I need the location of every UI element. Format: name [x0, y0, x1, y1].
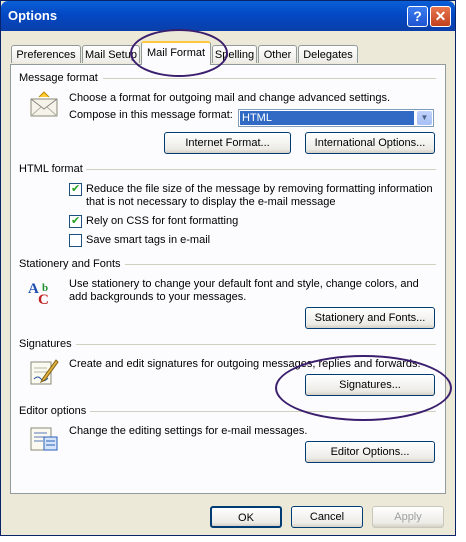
- section-divider: [103, 78, 436, 79]
- stationery-icon: A C b: [28, 281, 49, 307]
- section-divider: [125, 264, 436, 265]
- internet-format-button[interactable]: Internet Format...: [164, 132, 291, 154]
- ok-button[interactable]: OK: [210, 506, 282, 528]
- stationery-description-line1: Use stationery to change your default fo…: [69, 278, 419, 290]
- reduce-file-size-label-line1: Reduce the file size of the message by r…: [86, 183, 433, 195]
- compose-format-select[interactable]: HTML ▼: [238, 109, 434, 127]
- close-button[interactable]: ✕: [430, 6, 451, 27]
- save-smart-tags-label: Save smart tags in e-mail: [86, 234, 211, 246]
- signatures-label: Signatures: [19, 338, 72, 350]
- rely-on-css-label: Rely on CSS for font formatting: [86, 215, 239, 227]
- options-dialog: Options ? ✕ Preferences Mail Setup Mail …: [0, 0, 456, 536]
- editor-options-description: Change the editing settings for e-mail m…: [69, 425, 308, 437]
- envelope-icon: [30, 91, 58, 117]
- window-title: Options: [8, 8, 58, 23]
- reduce-file-size-label-line2: that is not necessary to display the e-m…: [86, 196, 336, 208]
- cancel-button[interactable]: Cancel: [291, 506, 363, 528]
- rely-on-css-checkbox[interactable]: [69, 214, 82, 228]
- background-strip: [0, 536, 466, 542]
- compose-format-label: Compose in this message format:: [69, 109, 233, 121]
- section-divider: [76, 344, 436, 345]
- svg-text:C: C: [38, 292, 49, 307]
- apply-button[interactable]: Apply: [372, 506, 444, 528]
- help-button[interactable]: ?: [407, 6, 428, 27]
- title-bar[interactable]: Options ? ✕: [1, 1, 455, 31]
- tab-mail-format[interactable]: Mail Format: [141, 41, 211, 65]
- tab-other[interactable]: Other: [258, 45, 297, 63]
- annotation-oval: [275, 355, 452, 421]
- editor-options-label: Editor options: [19, 405, 87, 417]
- signature-pen-icon: [30, 359, 59, 385]
- svg-text:b: b: [42, 282, 48, 294]
- chevron-down-icon[interactable]: ▼: [417, 111, 432, 125]
- reduce-file-size-checkbox[interactable]: [69, 182, 82, 196]
- stationery-description-line2: add backgrounds to your messages.: [69, 291, 247, 303]
- stationery-fonts-button[interactable]: Stationery and Fonts...: [305, 307, 435, 329]
- tab-delegates[interactable]: Delegates: [298, 45, 358, 63]
- save-smart-tags-checkbox[interactable]: [69, 234, 82, 247]
- editor-options-icon: [30, 427, 58, 451]
- section-divider: [86, 169, 436, 170]
- html-format-label: HTML format: [19, 163, 83, 175]
- stationery-fonts-label: Stationery and Fonts: [19, 258, 121, 270]
- compose-format-value: HTML: [240, 111, 414, 125]
- message-format-description: Choose a format for outgoing mail and ch…: [69, 92, 391, 104]
- international-options-button[interactable]: International Options...: [305, 132, 435, 154]
- message-format-label: Message format: [19, 72, 98, 84]
- editor-options-button[interactable]: Editor Options...: [305, 441, 435, 463]
- tab-preferences[interactable]: Preferences: [11, 45, 81, 63]
